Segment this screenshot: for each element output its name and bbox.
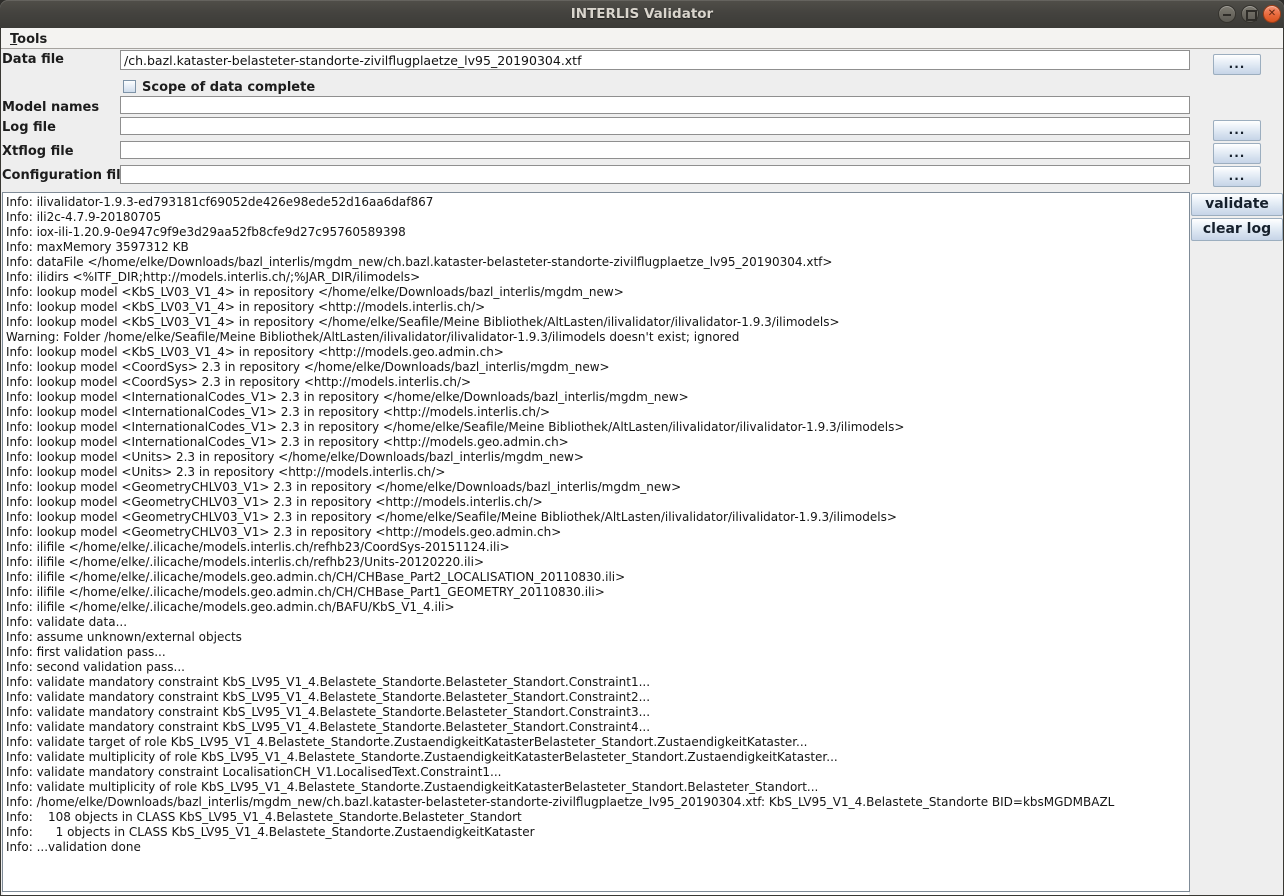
log-output[interactable]: Info: ilivalidator-1.9.3-ed793181cf69052… [2, 192, 1190, 892]
log-line: Info: lookup model <KbS_LV03_V1_4> in re… [6, 345, 1189, 360]
log-line: Info: ilifile </home/elke/.ilicache/mode… [6, 600, 1189, 615]
xtflog-file-input[interactable] [120, 141, 1190, 159]
log-line: Info: validate multiplicity of role KbS_… [6, 780, 1189, 795]
log-file-label: Log file [2, 120, 56, 135]
menu-tools-label: ools [17, 32, 47, 47]
log-line: Info: 1 objects in CLASS KbS_LV95_V1_4.B… [6, 825, 1189, 840]
maximize-icon [1246, 10, 1257, 21]
log-line: Info: maxMemory 3597312 KB [6, 240, 1189, 255]
log-line: Info: lookup model <KbS_LV03_V1_4> in re… [6, 315, 1189, 330]
log-file-browse-button[interactable]: ... [1213, 120, 1261, 141]
config-file-browse-button[interactable]: ... [1213, 166, 1261, 187]
log-line: Info: ilifile </home/elke/.ilicache/mode… [6, 570, 1189, 585]
scope-of-data-label: Scope of data complete [142, 80, 315, 95]
log-line: Info: ili2c-4.7.9-20180705 [6, 210, 1189, 225]
log-line: Info: ilifile </home/elke/.ilicache/mode… [6, 585, 1189, 600]
titlebar[interactable]: INTERLIS Validator ✕ [0, 0, 1284, 29]
log-line: Info: assume unknown/external objects [6, 630, 1189, 645]
model-names-label: Model names [2, 100, 99, 115]
log-line: Info: lookup model <CoordSys> 2.3 in rep… [6, 360, 1189, 375]
log-line: Info: validate target of role KbS_LV95_V… [6, 735, 1189, 750]
log-line: Info: lookup model <CoordSys> 2.3 in rep… [6, 375, 1189, 390]
log-line: Info: validate mandatory constraint KbS_… [6, 705, 1189, 720]
log-line: Info: lookup model <InternationalCodes_V… [6, 420, 1189, 435]
log-line: Info: lookup model <Units> 2.3 in reposi… [6, 450, 1189, 465]
log-line: Info: validate data... [6, 615, 1189, 630]
log-line: Info: lookup model <KbS_LV03_V1_4> in re… [6, 300, 1189, 315]
xtflog-file-browse-button[interactable]: ... [1213, 143, 1261, 164]
maximize-button[interactable] [1241, 5, 1259, 23]
log-file-input[interactable] [120, 117, 1190, 135]
log-line: Info: validate multiplicity of role KbS_… [6, 750, 1189, 765]
config-file-input[interactable] [120, 165, 1190, 184]
log-line: Info: lookup model <GeometryCHLV03_V1> 2… [6, 525, 1189, 540]
log-line: Info: validate mandatory constraint KbS_… [6, 720, 1189, 735]
log-line: Info: lookup model <InternationalCodes_V… [6, 390, 1189, 405]
data-file-browse-button[interactable]: ... [1213, 54, 1261, 75]
window-title: INTERLIS Validator [0, 0, 1284, 28]
app-window: INTERLIS Validator ✕ Tools Data file Mod… [0, 0, 1284, 896]
log-line: Warning: Folder /home/elke/Seafile/Meine… [6, 330, 1189, 345]
log-line: Info: ilivalidator-1.9.3-ed793181cf69052… [6, 195, 1189, 210]
xtflog-file-label: Xtflog file [2, 144, 74, 159]
log-line: Info: second validation pass... [6, 660, 1189, 675]
log-line: Info: lookup model <GeometryCHLV03_V1> 2… [6, 480, 1189, 495]
log-line: Info: lookup model <KbS_LV03_V1_4> in re… [6, 285, 1189, 300]
model-names-input[interactable] [120, 96, 1190, 114]
validate-button[interactable]: validate [1191, 193, 1283, 216]
log-line: Info: validate mandatory constraint Loca… [6, 765, 1189, 780]
log-output-margin [3, 892, 1189, 895]
log-line: Info: /home/elke/Downloads/bazl_interlis… [6, 795, 1189, 810]
log-line: Info: lookup model <GeometryCHLV03_V1> 2… [6, 495, 1189, 510]
log-line: Info: lookup model <Units> 2.3 in reposi… [6, 465, 1189, 480]
minimize-button[interactable] [1218, 5, 1236, 23]
log-line: Info: dataFile </home/elke/Downloads/baz… [6, 255, 1189, 270]
log-line: Info: lookup model <InternationalCodes_V… [6, 405, 1189, 420]
log-line: Info: ilifile </home/elke/.ilicache/mode… [6, 555, 1189, 570]
menu-bar: Tools [1, 28, 1283, 49]
minimize-icon [1223, 14, 1231, 16]
clear-log-button[interactable]: clear log [1191, 218, 1283, 241]
log-line: Info: first validation pass... [6, 645, 1189, 660]
close-icon: ✕ [1264, 6, 1280, 22]
log-line: Info: lookup model <GeometryCHLV03_V1> 2… [6, 510, 1189, 525]
log-line: Info: ilifile </home/elke/.ilicache/mode… [6, 540, 1189, 555]
scope-of-data-checkbox[interactable] [123, 80, 136, 93]
log-line: Info: validate mandatory constraint KbS_… [6, 675, 1189, 690]
log-line: Info: iox-ili-1.20.9-0e947c9f9e3d29aa52f… [6, 225, 1189, 240]
data-file-input[interactable] [120, 50, 1190, 70]
data-file-label: Data file [2, 52, 64, 67]
log-line: Info: lookup model <InternationalCodes_V… [6, 435, 1189, 450]
menu-tools[interactable]: Tools [1, 30, 56, 50]
config-file-label: Configuration file [2, 168, 129, 183]
log-line: Info: 108 objects in CLASS KbS_LV95_V1_4… [6, 810, 1189, 825]
log-line: Info: validate mandatory constraint KbS_… [6, 690, 1189, 705]
close-button[interactable]: ✕ [1263, 5, 1281, 23]
log-line: Info: ...validation done [6, 840, 1189, 855]
log-line: Info: ilidirs <%ITF_DIR;http://models.in… [6, 270, 1189, 285]
